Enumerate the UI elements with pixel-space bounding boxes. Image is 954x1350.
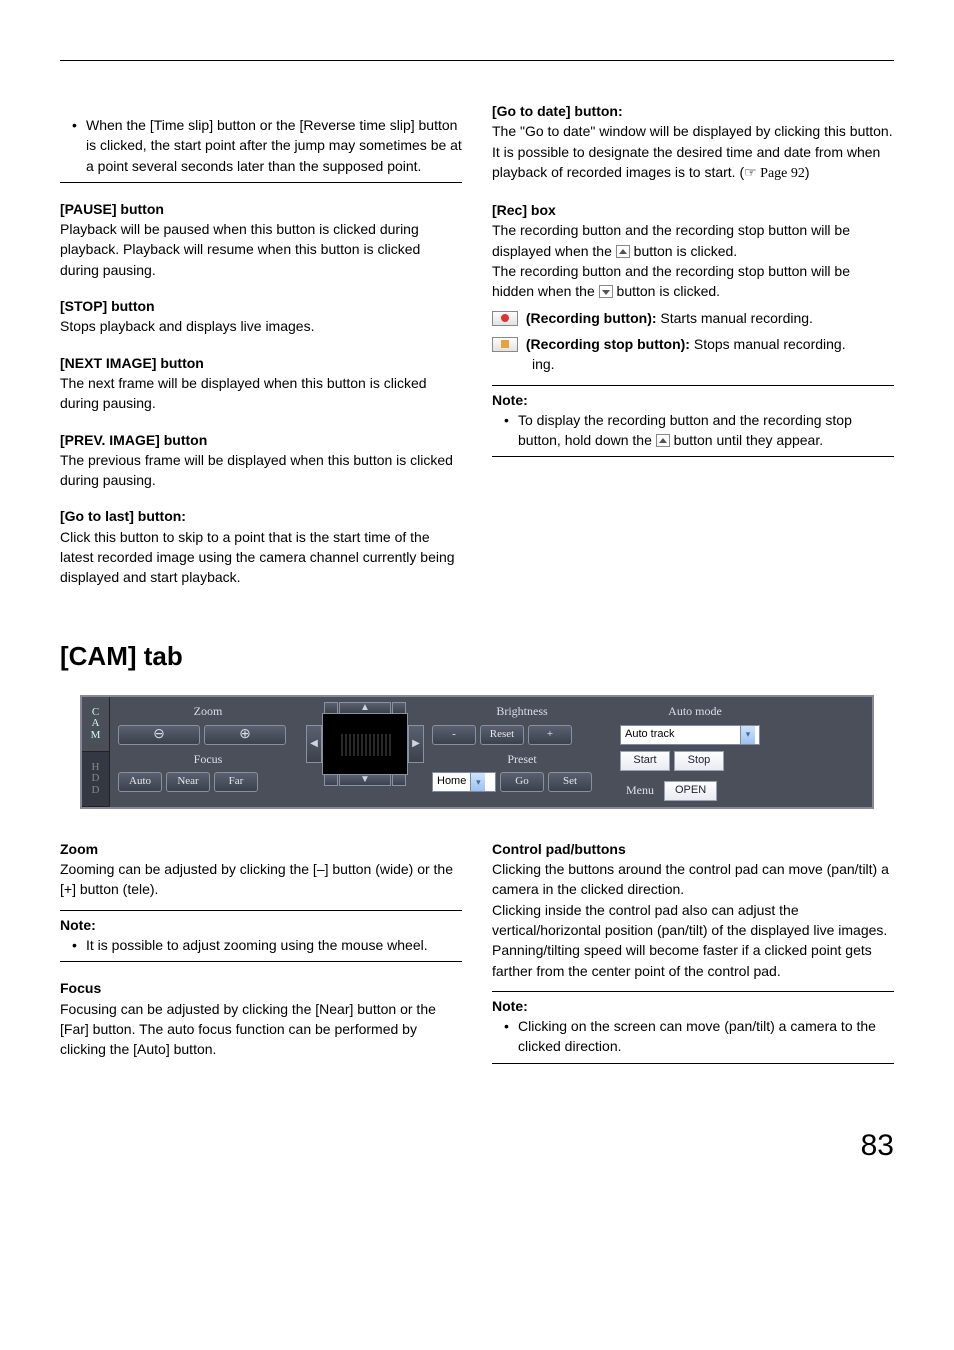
note-label: Note: [492,996,894,1016]
page-ref-icon: ☞ Page 92 [744,166,805,181]
zoom-section-heading: Zoom [60,839,462,859]
pan-right-button[interactable]: ▶ [408,725,424,763]
show-rec-icon [616,245,630,258]
preset-label: Preset [432,751,612,768]
note-label: Note: [492,390,894,410]
automode-stop-button[interactable]: Stop [674,751,724,771]
recbox-text2: The recording button and the recording s… [492,261,894,302]
note-click-pan: •Clicking on the screen can move (pan/ti… [504,1016,894,1057]
brightness-down-button[interactable]: - [432,725,476,745]
stop-heading: [STOP] button [60,296,462,316]
pause-heading: [PAUSE] button [60,199,462,219]
brightness-reset-button[interactable]: Reset [480,725,524,745]
chevron-down-icon: ▾ [740,726,755,744]
record-circle-icon [492,311,518,326]
previmage-heading: [PREV. IMAGE] button [60,430,462,450]
gotodate-heading: [Go to date] button: [492,101,894,121]
pan-down-button[interactable]: ▼ [339,774,391,786]
note-zoom-wheel: •It is possible to adjust zooming using … [72,935,462,955]
record-stop-square-icon [492,337,518,352]
pan-left-button[interactable]: ◀ [306,725,322,763]
hide-rec-icon [599,285,613,298]
focus-auto-button[interactable]: Auto [118,772,162,792]
focus-near-button[interactable]: Near [166,772,210,792]
zoom-section-text: Zooming can be adjusted by clicking the … [60,859,462,900]
cam-panel: C A M H D D Zoom Focus Auto Near Far ▲ ◀… [80,695,874,808]
pan-down-left-button[interactable] [324,774,338,786]
menu-open-button[interactable]: OPEN [664,781,717,801]
bullet-timeslip: •When the [Time slip] button or the [Rev… [72,115,462,176]
automode-label: Auto mode [620,703,770,720]
controlpad-text: Clicking the buttons around the control … [492,859,894,981]
note-recbox: • To display the recording button and th… [504,410,894,451]
cam-tab-title: [CAM] tab [60,638,894,676]
focus-section-heading: Focus [60,978,462,998]
tab-cam[interactable]: C A M [82,697,109,752]
preset-set-button[interactable]: Set [548,772,592,792]
focus-far-button[interactable]: Far [214,772,258,792]
gotolast-text: Click this button to skip to a point tha… [60,527,462,588]
pan-up-left-button[interactable] [324,702,338,714]
preset-go-button[interactable]: Go [500,772,544,792]
zoom-in-button[interactable] [204,725,286,745]
recbox-text1: The recording button and the recording s… [492,220,894,261]
controlpad-heading: Control pad/buttons [492,839,894,859]
pan-up-button[interactable]: ▲ [339,702,391,714]
brightness-up-button[interactable]: + [528,725,572,745]
pause-text: Playback will be paused when this button… [60,219,462,280]
stop-text: Stops playback and displays live images. [60,316,462,336]
focus-section-text: Focusing can be adjusted by clicking the… [60,999,462,1060]
focus-label: Focus [118,751,298,768]
note-label: Note: [60,915,462,935]
page-number: 83 [60,1124,894,1168]
pan-down-right-button[interactable] [392,774,406,786]
show-rec-icon [656,434,670,447]
pan-up-right-button[interactable] [392,702,406,714]
gotodate-text: The "Go to date" window will be displaye… [492,121,894,184]
gotolast-heading: [Go to last] button: [60,506,462,526]
control-pad[interactable]: ▲ ◀ ▶ ▼ [306,703,424,785]
nextimage-text: The next frame will be displayed when th… [60,373,462,414]
recording-stop-button-def: (Recording stop button): Stops manual re… [492,334,894,375]
chevron-down-icon: ▾ [470,773,485,791]
tab-hdd[interactable]: H D D [82,752,109,807]
automode-start-button[interactable]: Start [620,751,670,771]
zoom-out-button[interactable] [118,725,200,745]
previmage-text: The previous frame will be displayed whe… [60,450,462,491]
preset-select[interactable]: Home▾ [432,772,496,792]
zoom-label: Zoom [118,703,298,720]
menu-label: Menu [620,782,660,799]
recording-button-def: (Recording button): Starts manual record… [492,308,894,328]
brightness-label: Brightness [432,703,612,720]
automode-select[interactable]: Auto track▾ [620,725,760,745]
nextimage-heading: [NEXT IMAGE] button [60,353,462,373]
recbox-heading: [Rec] box [492,200,894,220]
